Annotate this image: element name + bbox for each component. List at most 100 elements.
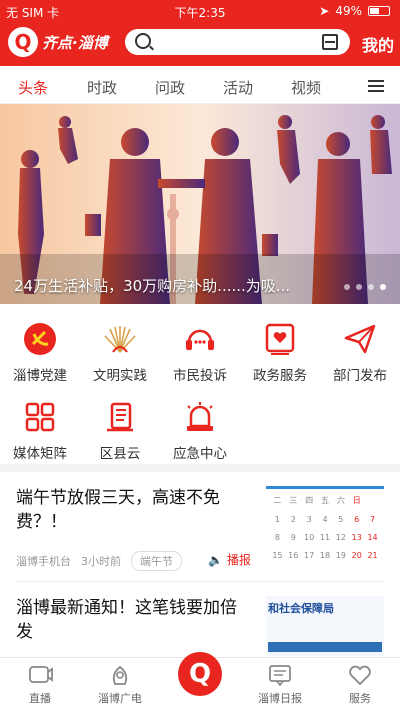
tv-icon — [27, 664, 53, 686]
thumbnail-bar — [268, 642, 382, 652]
tab-headlines[interactable]: 头条 — [18, 77, 48, 98]
scan-icon[interactable] — [322, 34, 338, 50]
sunburst-icon — [103, 322, 137, 356]
calendar-day: 14 — [367, 533, 378, 542]
speaker-icon: 🔈 — [208, 552, 223, 567]
calendar-day: 2 — [290, 515, 296, 524]
matrix-icon — [23, 400, 57, 434]
tab-events[interactable]: 活动 — [223, 77, 253, 98]
calendar-day: 21 — [367, 551, 378, 560]
top-bar: 无 SIM 卡 下午2:35 ➤ 49% Q 齐点·淄博 我的 — [0, 0, 400, 66]
calendar-image: 二三四五六日 1 2 3 4 5 6 7 8 9 10 11 12 13 14 15 16 17 18 19 20 21 — [270, 495, 380, 568]
calendar-day: 7 — [370, 515, 376, 524]
mine-button[interactable]: 我的 — [362, 32, 394, 56]
calendar-day: 19 — [335, 551, 346, 560]
bottom-nav: 直播 淄博广电 Q 淄博日报 服务 — [0, 652, 400, 710]
radio-icon — [107, 664, 133, 686]
nav-label: 淄博日报 — [258, 692, 302, 705]
calendar-day: 11 — [319, 533, 331, 542]
nav-services[interactable]: 服务 — [320, 664, 400, 706]
calendar-day: 六 — [336, 496, 345, 505]
tab-politics[interactable]: 时政 — [87, 77, 117, 98]
calendar-day: 16 — [288, 551, 299, 560]
calendar-day: 12 — [335, 533, 346, 542]
paper-plane-icon — [343, 322, 377, 356]
home-q-button[interactable]: Q — [178, 652, 222, 696]
tab-video[interactable]: 视频 — [291, 77, 321, 98]
news-thumbnail: 和社会保障局 — [266, 596, 384, 656]
carousel-dots — [344, 284, 386, 290]
newspaper-icon — [267, 664, 293, 687]
service-media[interactable]: 媒体矩阵 — [0, 382, 80, 462]
calendar-day: 10 — [304, 533, 315, 542]
calendar-day: 日 — [352, 496, 361, 505]
calendar-day: 15 — [272, 551, 283, 560]
heart-icon — [347, 664, 373, 686]
service-grid: 淄博党建 文明实践 市民投诉 政务服务 部门发布 媒体矩阵 区县云 应急中心 — [0, 304, 400, 464]
calendar-day: 4 — [322, 515, 328, 524]
news-title: 端午节放假三天，高速不免费？！ — [16, 488, 220, 532]
carousel-dot[interactable] — [356, 284, 362, 290]
location-icon: ➤ — [319, 4, 330, 18]
app-logo[interactable]: Q 齐点·淄博 — [8, 27, 108, 57]
play-label: 播报 — [226, 553, 251, 567]
carousel-dot[interactable] — [368, 284, 374, 290]
alarm-light-icon — [183, 400, 217, 434]
menu-icon[interactable] — [368, 80, 384, 92]
calendar-day: 17 — [304, 551, 315, 560]
service-label: 文明实践 — [93, 368, 147, 384]
nav-zibo-broadcast[interactable]: 淄博广电 — [80, 664, 160, 706]
news-item[interactable]: 淄博最新通知！这笔钱要加倍发 和社会保障局 — [16, 582, 384, 657]
audio-play-button[interactable]: 🔈 播报 — [208, 551, 251, 568]
status-bar: 无 SIM 卡 下午2:35 ➤ 49% — [0, 0, 400, 22]
nav-zibo-daily[interactable]: 淄博日报 — [240, 664, 320, 706]
heart-doc-icon — [263, 322, 297, 356]
banner-carousel[interactable]: 24万生活补贴，30万购房补助......为吸... — [0, 104, 400, 304]
calendar-day: 三 — [289, 496, 298, 505]
service-label: 应急中心 — [173, 446, 227, 462]
news-item[interactable]: 端午节放假三天，高速不免费？！ 淄博手机台 3小时前 端午节 🔈 播报 二三四五… — [16, 472, 384, 582]
calendar-day: 1 — [274, 515, 280, 524]
party-emblem-icon — [23, 322, 57, 356]
carousel-dot-active[interactable] — [380, 284, 386, 290]
headset-icon — [183, 322, 217, 356]
calendar-day: 6 — [354, 515, 360, 524]
thumbnail-text: 和社会保障局 — [268, 602, 334, 615]
service-complaint[interactable]: 市民投诉 — [160, 304, 240, 384]
service-label: 区县云 — [99, 446, 141, 462]
nav-label: 服务 — [349, 692, 371, 705]
calendar-day: 四 — [305, 496, 314, 505]
battery-icon — [368, 6, 390, 16]
calendar-day — [365, 495, 380, 514]
logo-text: 齐点·淄博 — [42, 33, 108, 52]
service-label: 淄博党建 — [13, 368, 67, 384]
tab-inquiry[interactable]: 问政 — [155, 77, 185, 98]
book-icon — [103, 400, 137, 434]
service-county-cloud[interactable]: 区县云 — [80, 382, 160, 462]
calendar-day: 5 — [338, 515, 344, 524]
calendar-day: 13 — [351, 533, 362, 542]
search-icon — [135, 33, 151, 49]
calendar-day: 二 — [273, 496, 282, 505]
news-source: 淄博手机台 — [16, 555, 71, 568]
calendar-day: 8 — [274, 533, 280, 542]
nav-label: 淄博广电 — [98, 692, 142, 705]
category-tabs: 头条 时政 问政 活动 视频 — [0, 66, 400, 104]
calendar-day: 五 — [320, 496, 329, 505]
battery-percent: 49% — [335, 4, 362, 18]
banner-caption: 24万生活补贴，30万购房补助......为吸... — [14, 277, 291, 295]
news-thumbnail: 二三四五六日 1 2 3 4 5 6 7 8 9 10 11 12 13 14 15 16 17 18 19 20 21 — [266, 486, 384, 570]
service-government[interactable]: 政务服务 — [240, 304, 320, 384]
service-party[interactable]: 淄博党建 — [0, 304, 80, 384]
service-department[interactable]: 部门发布 — [320, 304, 400, 384]
service-emergency[interactable]: 应急中心 — [160, 382, 240, 462]
search-box[interactable] — [125, 29, 350, 55]
nav-live[interactable]: 直播 — [0, 664, 80, 706]
carousel-dot[interactable] — [344, 284, 350, 290]
service-label: 部门发布 — [333, 368, 387, 384]
news-tag[interactable]: 端午节 — [131, 551, 182, 571]
service-civilization[interactable]: 文明实践 — [80, 304, 160, 384]
calendar-day: 18 — [319, 551, 331, 560]
service-label: 政务服务 — [253, 368, 307, 384]
nav-label: 直播 — [29, 692, 51, 705]
